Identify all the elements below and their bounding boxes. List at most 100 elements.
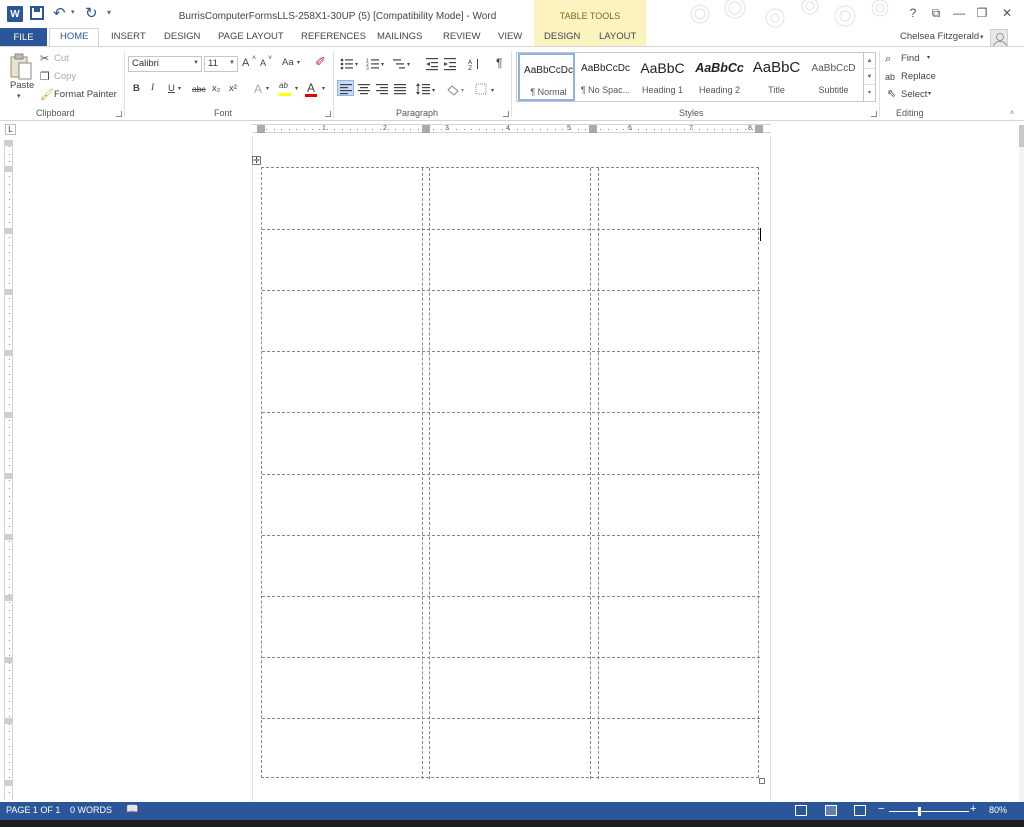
- vertical-ruler[interactable]: [4, 140, 13, 800]
- undo-dropdown-icon[interactable]: ▾: [71, 8, 75, 16]
- ruler-row-marker[interactable]: [5, 718, 13, 724]
- bold-button[interactable]: B: [133, 83, 140, 94]
- italic-button[interactable]: I: [151, 83, 154, 93]
- ruler-row-marker[interactable]: [5, 412, 13, 418]
- ruler-row-marker[interactable]: [5, 350, 13, 356]
- cut-button[interactable]: Cut: [54, 53, 69, 64]
- styles-launcher-icon[interactable]: [871, 111, 877, 117]
- clear-formatting-icon[interactable]: ✐: [315, 55, 326, 68]
- zoom-out-button[interactable]: −: [878, 803, 884, 815]
- word-app-icon[interactable]: W: [7, 6, 23, 22]
- select-button[interactable]: Select: [901, 89, 927, 100]
- replace-button[interactable]: Replace: [901, 71, 936, 82]
- restore-icon[interactable]: ❐: [973, 6, 991, 20]
- ruler-row-marker[interactable]: [5, 534, 13, 540]
- proofing-icon[interactable]: 📖: [126, 804, 138, 815]
- find-button[interactable]: Find: [901, 53, 919, 64]
- page-count[interactable]: PAGE 1 OF 1: [6, 805, 60, 815]
- style-heading-2[interactable]: AaBbCc Heading 2: [691, 53, 748, 101]
- zoom-in-button[interactable]: +: [970, 803, 976, 815]
- underline-dropdown-icon[interactable]: ▾: [178, 85, 181, 92]
- user-name[interactable]: Chelsea Fitzgerald: [900, 31, 979, 42]
- table-resize-handle[interactable]: [759, 778, 765, 784]
- zoom-slider-thumb[interactable]: [918, 807, 921, 816]
- redo-icon[interactable]: ↻: [85, 4, 98, 22]
- font-family-select[interactable]: Calibri ▼: [128, 56, 202, 72]
- strikethrough-button[interactable]: abc: [192, 84, 206, 94]
- styles-scroll[interactable]: ▲ ▼ ▾: [863, 53, 875, 101]
- tab-mailings[interactable]: MAILINGS: [377, 31, 422, 42]
- style-subtitle[interactable]: AaBbCcD Subtitle: [805, 53, 862, 101]
- minimize-icon[interactable]: —: [950, 6, 968, 20]
- avatar[interactable]: [990, 29, 1008, 48]
- zoom-level[interactable]: 80%: [989, 805, 1007, 815]
- paragraph-launcher-icon[interactable]: [503, 111, 509, 117]
- vertical-scrollbar[interactable]: [1019, 125, 1024, 802]
- superscript-button[interactable]: x²: [229, 83, 237, 94]
- copy-button[interactable]: Copy: [54, 71, 76, 82]
- tab-view[interactable]: VIEW: [498, 31, 522, 42]
- subscript-button[interactable]: x₂: [212, 83, 220, 94]
- ruler-row-marker[interactable]: [5, 657, 13, 663]
- close-icon[interactable]: ✕: [998, 6, 1016, 20]
- shrink-font-button[interactable]: A: [260, 58, 266, 68]
- read-mode-icon[interactable]: [795, 805, 807, 816]
- ruler-row-marker[interactable]: [5, 166, 13, 172]
- ruler-margin-marker[interactable]: [257, 125, 265, 133]
- tab-review[interactable]: REVIEW: [443, 31, 480, 42]
- ruler-margin-marker[interactable]: [755, 125, 763, 133]
- text-effects-dropdown-icon[interactable]: ▾: [266, 85, 269, 92]
- horizontal-ruler[interactable]: 1 2 3 4 5 6 7 8: [252, 124, 771, 133]
- tab-home[interactable]: HOME: [60, 31, 89, 42]
- change-case-dropdown-icon[interactable]: ▾: [297, 59, 300, 66]
- customize-qat-icon[interactable]: ▾: [107, 8, 111, 17]
- paste-label[interactable]: Paste: [10, 80, 34, 91]
- font-size-select[interactable]: 11 ▼: [204, 56, 238, 72]
- ruler-row-marker[interactable]: [5, 140, 13, 146]
- scrollbar-thumb[interactable]: [1019, 125, 1024, 147]
- word-count[interactable]: 0 WORDS: [70, 805, 112, 815]
- scroll-down-icon[interactable]: ▼: [864, 69, 875, 85]
- font-color-dropdown-icon[interactable]: ▾: [322, 85, 325, 92]
- undo-icon[interactable]: ↶: [53, 4, 66, 22]
- tab-table-layout[interactable]: LAYOUT: [599, 31, 636, 42]
- style-heading-1[interactable]: AaBbC Heading 1: [634, 53, 691, 101]
- style-no-spacing[interactable]: AaBbCcDc ¶ No Spac...: [577, 53, 634, 101]
- tab-insert[interactable]: INSERT: [111, 31, 146, 42]
- tab-page-layout[interactable]: PAGE LAYOUT: [218, 31, 284, 42]
- ribbon-display-options-icon[interactable]: ⧉: [927, 6, 945, 21]
- highlight-dropdown-icon[interactable]: ▾: [295, 85, 298, 92]
- change-case-button[interactable]: Aa: [282, 57, 294, 68]
- select-dropdown-icon[interactable]: ▾: [928, 90, 931, 97]
- ruler-row-marker[interactable]: [5, 228, 13, 234]
- grow-font-button[interactable]: A: [242, 57, 249, 69]
- style-normal[interactable]: AaBbCcDc ¶ Normal: [518, 53, 575, 101]
- tab-table-design[interactable]: DESIGN: [544, 31, 580, 42]
- ruler-row-marker[interactable]: [5, 595, 13, 601]
- zoom-slider[interactable]: [889, 811, 969, 812]
- tab-design[interactable]: DESIGN: [164, 31, 200, 42]
- style-title[interactable]: AaBbC Title: [748, 53, 805, 101]
- underline-button[interactable]: U: [168, 83, 175, 94]
- tab-file[interactable]: FILE: [0, 28, 47, 46]
- format-painter-button[interactable]: Format Painter: [54, 89, 117, 100]
- ruler-row-marker[interactable]: [5, 289, 13, 295]
- print-layout-icon[interactable]: [825, 805, 837, 816]
- ruler-row-marker[interactable]: [5, 473, 13, 479]
- paste-dropdown-icon[interactable]: ▾: [17, 92, 21, 100]
- more-styles-icon[interactable]: ▾: [864, 85, 875, 101]
- paste-icon[interactable]: [9, 53, 33, 81]
- web-layout-icon[interactable]: [854, 805, 866, 816]
- show-marks-button[interactable]: ¶: [496, 56, 502, 70]
- help-icon[interactable]: ?: [904, 6, 922, 20]
- text-effects-button[interactable]: A: [254, 82, 262, 96]
- find-dropdown-icon[interactable]: ▾: [927, 54, 930, 61]
- label-table[interactable]: [261, 167, 760, 779]
- table-move-handle-icon[interactable]: ✛: [252, 156, 261, 165]
- clipboard-launcher-icon[interactable]: [116, 111, 122, 117]
- scroll-up-icon[interactable]: ▲: [864, 53, 875, 69]
- ruler-row-marker[interactable]: [5, 780, 13, 786]
- align-left-button[interactable]: [337, 80, 354, 96]
- tab-selector[interactable]: L: [5, 124, 16, 135]
- tab-references[interactable]: REFERENCES: [301, 31, 366, 42]
